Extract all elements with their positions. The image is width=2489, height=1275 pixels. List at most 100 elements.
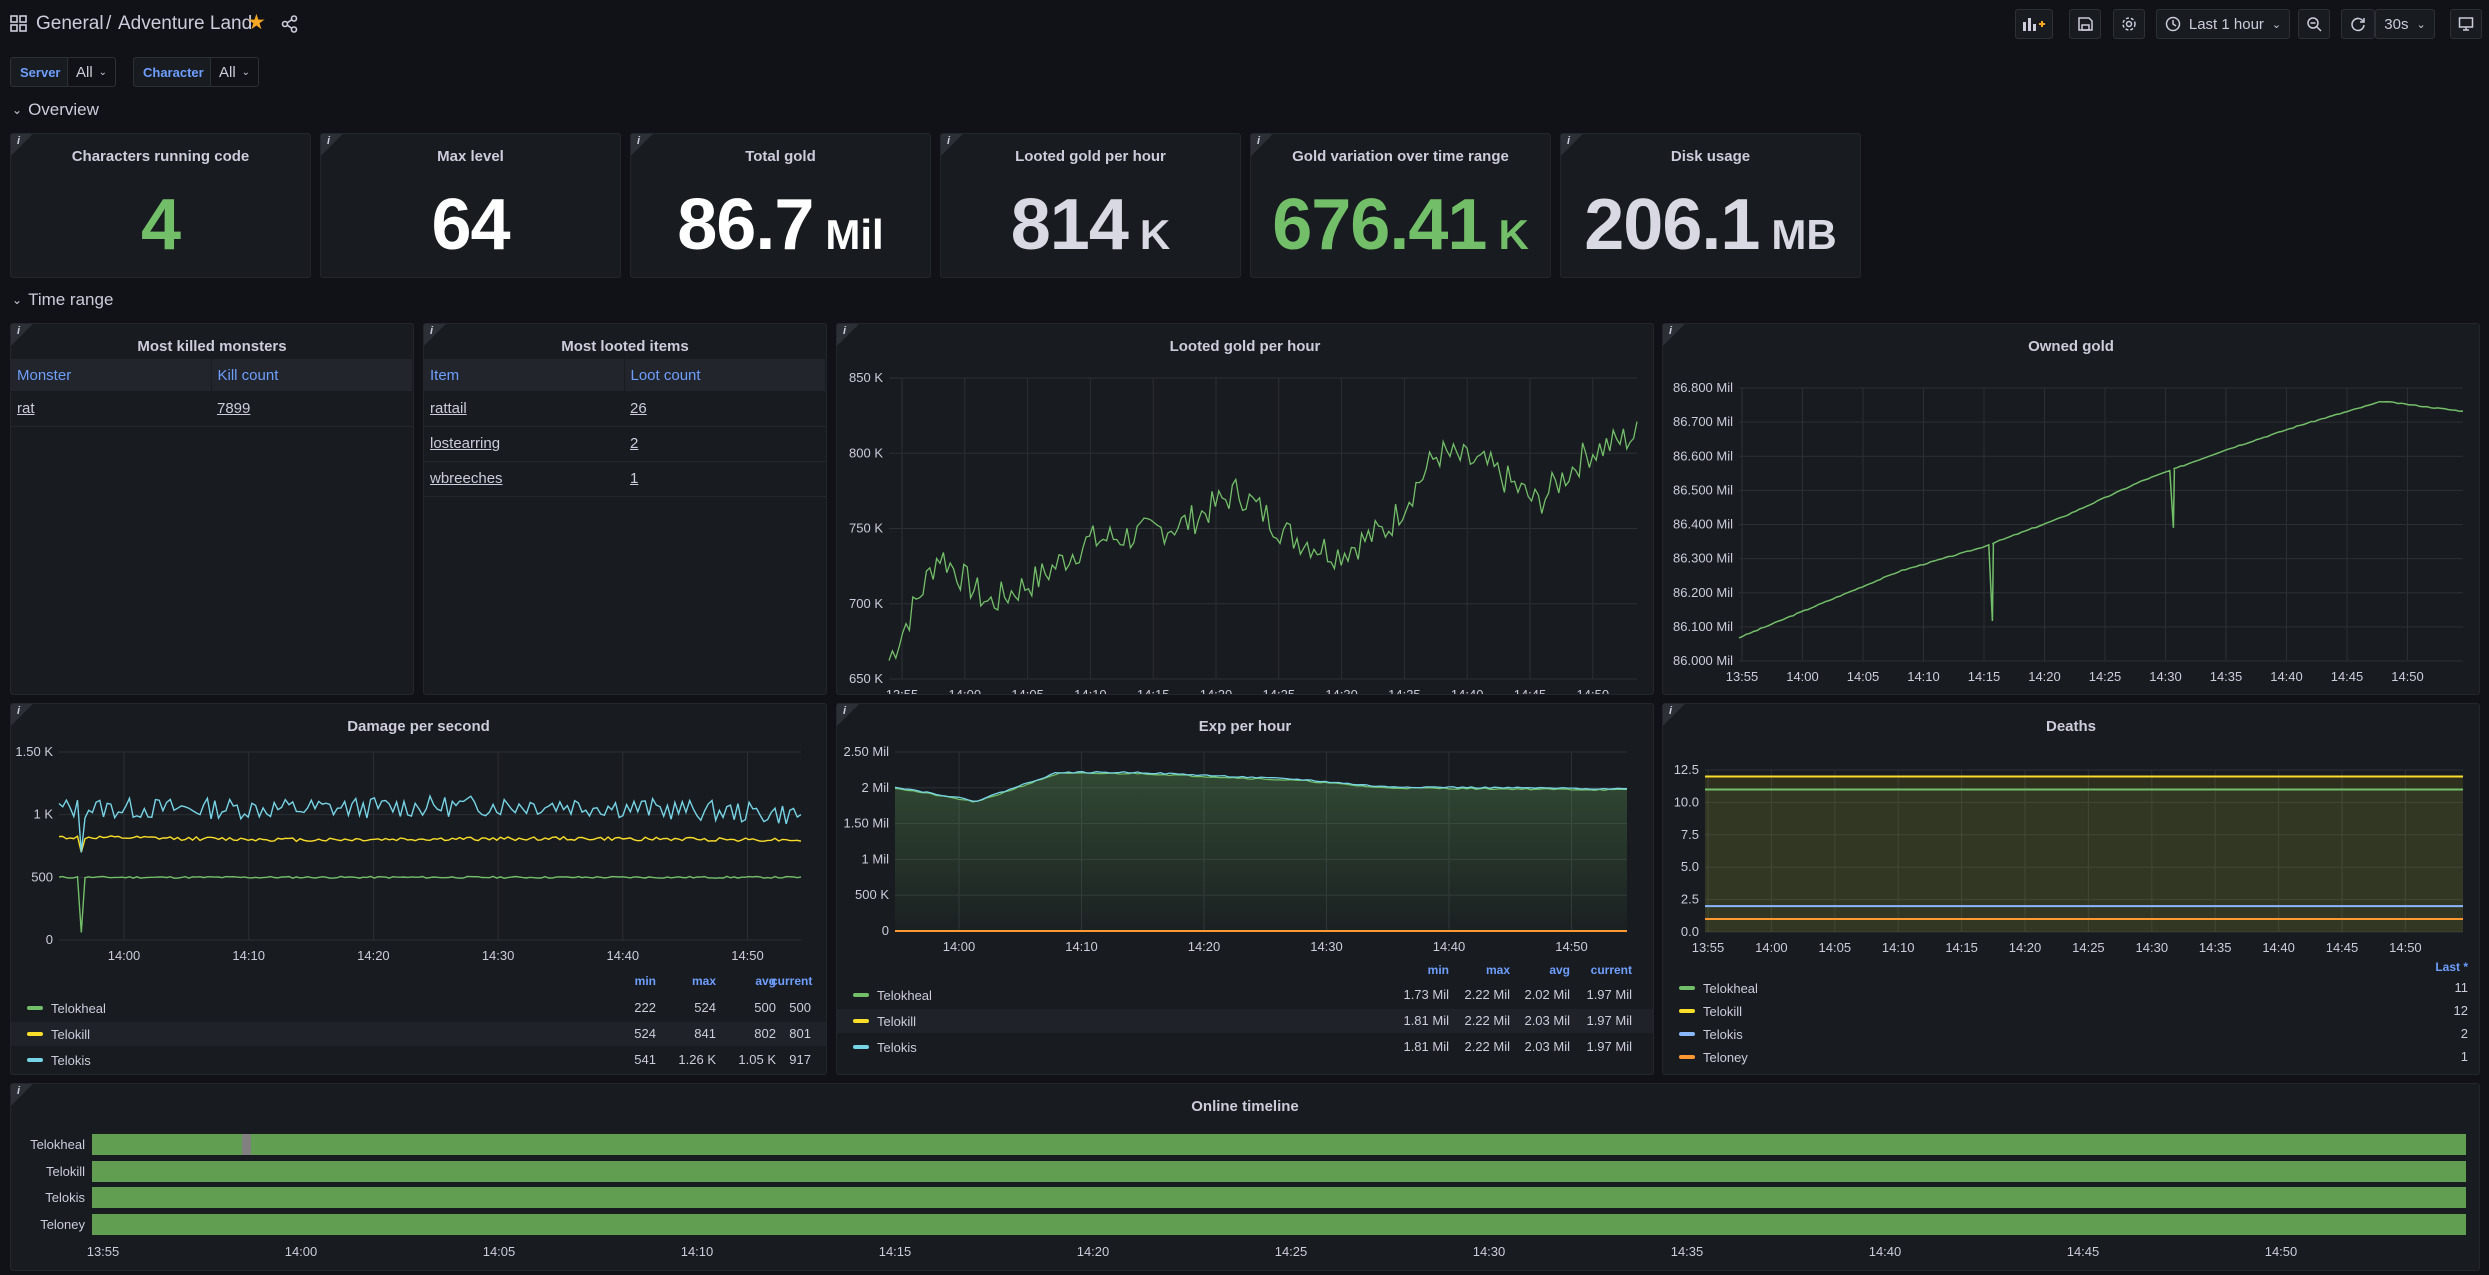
legend-item[interactable]: Telokheal <box>27 998 106 1018</box>
table-cell-link[interactable]: 26 <box>624 391 826 427</box>
refresh-interval-picker[interactable]: 30s ⌄ <box>2375 9 2435 39</box>
y-tick-label: 700 K <box>849 596 883 611</box>
x-tick-label: 14:35 <box>1388 687 1421 695</box>
column-header[interactable]: Monster <box>11 359 212 391</box>
add-panel-button[interactable] <box>2015 9 2053 39</box>
legend-item[interactable]: Telokis <box>27 1050 91 1070</box>
y-tick-label: 2.5 <box>1681 892 1699 907</box>
stat-unit: Mil <box>825 211 884 258</box>
legend-value: 541 <box>634 1052 656 1067</box>
save-dashboard-button[interactable] <box>2069 9 2101 39</box>
table-row: lostearring 2 <box>424 426 826 462</box>
legend-item[interactable]: Telokis <box>1679 1024 1743 1044</box>
x-tick-label: 14:00 <box>1786 669 1819 684</box>
legend-column-header[interactable]: current <box>771 974 812 988</box>
table-cell-link[interactable]: lostearring <box>424 426 624 462</box>
y-tick-label: 86.100 Mil <box>1673 619 1733 634</box>
apps-grid-icon[interactable] <box>10 15 28 33</box>
panel-title: Characters running code <box>71 148 250 165</box>
legend-item[interactable]: Telokill <box>27 1024 90 1044</box>
looted-table: Item Loot count rattail 26 lostearring 2 wb… <box>424 359 826 497</box>
legend-item[interactable]: Teloney <box>1679 1047 1748 1067</box>
monitor-icon <box>2458 17 2474 31</box>
stat-panel: i Max level 64 <box>320 133 621 278</box>
panel-title: Looted gold per hour <box>1015 148 1166 165</box>
column-header[interactable]: Kill count <box>211 359 413 391</box>
y-tick-label: 1 K <box>33 807 53 822</box>
row-title: Overview <box>28 100 99 119</box>
timeline-offline-segment[interactable] <box>242 1134 251 1155</box>
variable-select-server[interactable]: All ⌄ <box>67 57 117 87</box>
x-tick-label: 14:45 <box>2326 940 2359 955</box>
legend-column-header[interactable]: min <box>1399 963 1449 977</box>
tv-mode-button[interactable] <box>2450 9 2482 39</box>
timeline-bar[interactable] <box>92 1214 2466 1235</box>
column-header[interactable]: Loot count <box>624 359 826 391</box>
y-tick-label: 12.5 <box>1674 762 1699 777</box>
series-line <box>1738 400 2464 639</box>
legend-column-header[interactable]: Last * <box>2393 960 2468 974</box>
table-cell-link[interactable]: 2 <box>624 426 826 462</box>
x-tick-label: 14:40 <box>1451 687 1484 695</box>
dps-legend: min max avg current Telokheal 222 524 500 500 Tel… <box>11 968 826 1070</box>
y-tick-label: 86.800 Mil <box>1673 380 1733 395</box>
refresh-button[interactable] <box>2341 9 2375 39</box>
variable-select-character[interactable]: All ⌄ <box>210 57 260 87</box>
timeline-bar[interactable] <box>92 1161 2466 1182</box>
legend-label: Telokis <box>51 1052 91 1068</box>
legend-item[interactable]: Telokill <box>853 1011 916 1031</box>
legend-item[interactable]: Telokis <box>853 1037 917 1057</box>
legend-value: 1.26 K <box>678 1052 716 1067</box>
row-time-range[interactable]: ⌄ Time range <box>12 290 113 310</box>
column-header[interactable]: Item <box>424 359 625 391</box>
legend-label: Telokheal <box>877 987 932 1003</box>
panel-damage-per-second: i Damage per second 0 500 1 K 1.50 K 14:00 14… <box>10 703 827 1075</box>
legend-column-header[interactable]: max <box>1460 963 1510 977</box>
x-tick-label: 14:45 <box>2066 1244 2100 1259</box>
deaths-legend: Last * Telokheal 11 Telokill 12 Telokis 2 Telon… <box>1663 954 2479 1069</box>
legend-swatch <box>1679 1009 1695 1013</box>
legend-item[interactable]: Telokheal <box>853 985 932 1005</box>
y-tick-label: 750 K <box>849 521 883 536</box>
chevron-down-icon: ⌄ <box>12 293 23 307</box>
timeline-bar[interactable] <box>92 1187 2466 1208</box>
x-tick-label: 14:15 <box>878 1244 912 1259</box>
legend-column-header[interactable]: current <box>1582 963 1632 977</box>
table-cell-link[interactable]: 7899 <box>211 391 413 427</box>
x-tick-label: 14:40 <box>1868 1244 1902 1259</box>
x-tick-label: 14:50 <box>2264 1244 2298 1259</box>
zoom-out-button[interactable] <box>2298 9 2330 39</box>
legend-swatch <box>853 1045 869 1049</box>
timeline-row-label: Telokheal <box>30 1137 85 1152</box>
legend-item[interactable]: Telokill <box>1679 1001 1742 1021</box>
y-tick-label: 500 <box>31 869 53 884</box>
chevron-down-icon: ⌄ <box>2416 18 2426 31</box>
table-cell-link[interactable]: rat <box>11 391 211 427</box>
x-tick-label: 14:10 <box>232 948 265 963</box>
x-tick-label: 13:55 <box>1692 940 1725 955</box>
legend-column-header[interactable]: avg <box>736 974 776 988</box>
stat-value-wrap: 676.41 K <box>1251 184 1550 266</box>
x-tick-label: 13:55 <box>86 1244 120 1259</box>
star-icon[interactable]: ★ <box>247 10 266 35</box>
series-line <box>58 875 802 933</box>
table-cell-link[interactable]: rattail <box>424 391 624 427</box>
table-cell-link[interactable]: 1 <box>624 461 826 497</box>
stat-panel: i Total gold 86.7 Mil <box>630 133 931 278</box>
timeline-bar[interactable] <box>92 1134 2466 1155</box>
legend-swatch <box>1679 1032 1695 1036</box>
share-icon[interactable] <box>281 15 299 33</box>
legend-column-header[interactable]: max <box>676 974 716 988</box>
dashboard-settings-button[interactable] <box>2113 9 2145 39</box>
legend-item[interactable]: Telokheal <box>1679 978 1758 998</box>
breadcrumb-folder[interactable]: General <box>36 13 104 35</box>
y-tick-label: 850 K <box>849 370 883 385</box>
time-range-picker[interactable]: Last 1 hour ⌄ <box>2156 9 2290 39</box>
legend-value: 222 <box>634 1000 656 1015</box>
row-overview[interactable]: ⌄ Overview <box>12 100 99 120</box>
legend-column-header[interactable]: min <box>616 974 656 988</box>
table-cell-link[interactable]: wbreeches <box>424 461 624 497</box>
legend-column-header[interactable]: avg <box>1520 963 1570 977</box>
stat-value-wrap: 4 <box>11 184 310 266</box>
owned-gold-chart: 86.000 Mil 86.100 Mil 86.200 Mil 86.300 Mil… <box>1673 380 2464 684</box>
